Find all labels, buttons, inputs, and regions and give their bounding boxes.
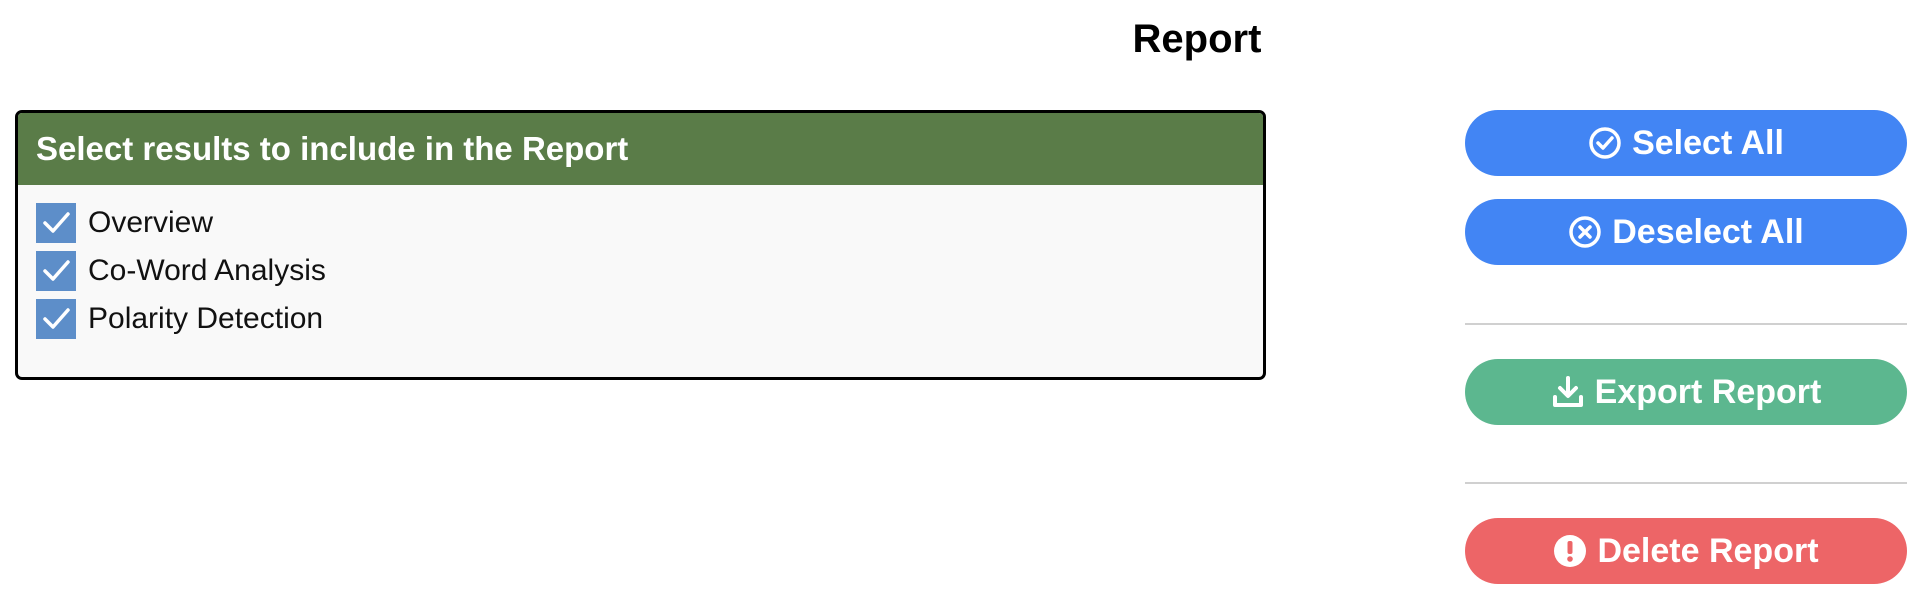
delete-report-label: Delete Report <box>1597 531 1819 570</box>
co-word-analysis-checkbox[interactable] <box>36 251 76 291</box>
x-circle-icon <box>1568 215 1602 249</box>
option-label: Co-Word Analysis <box>88 254 326 287</box>
download-icon <box>1551 375 1585 409</box>
option-label: Polarity Detection <box>88 302 324 335</box>
panel-header: Select results to include in the Report <box>18 113 1263 185</box>
checkmark-icon <box>43 212 70 233</box>
option-polarity-detection[interactable]: Polarity Detection <box>18 295 1263 343</box>
export-report-label: Export Report <box>1594 372 1822 411</box>
report-sections-panel: Select results to include in the Report … <box>15 110 1266 380</box>
report-actions: Select All Deselect All Export Report De… <box>1465 0 1907 596</box>
export-report-button[interactable]: Export Report <box>1465 359 1907 425</box>
divider <box>1465 482 1907 484</box>
exclamation-circle-icon <box>1553 534 1587 568</box>
options-list: Overview Co-Word Analysis Polarity Detec… <box>18 185 1263 343</box>
page-title: Report <box>1132 17 1262 61</box>
delete-report-button[interactable]: Delete Report <box>1465 518 1907 584</box>
overview-checkbox[interactable] <box>36 203 76 243</box>
deselect-all-label: Deselect All <box>1612 212 1804 251</box>
polarity-detection-checkbox[interactable] <box>36 299 76 339</box>
divider <box>1465 323 1907 325</box>
checkmark-icon <box>43 308 70 329</box>
checkmark-icon <box>43 260 70 281</box>
deselect-all-button[interactable]: Deselect All <box>1465 199 1907 265</box>
option-co-word-analysis[interactable]: Co-Word Analysis <box>18 247 1263 295</box>
check-circle-icon <box>1588 126 1622 160</box>
option-overview[interactable]: Overview <box>18 199 1263 247</box>
select-all-label: Select All <box>1632 123 1784 162</box>
option-label: Overview <box>88 206 214 239</box>
select-all-button[interactable]: Select All <box>1465 110 1907 176</box>
